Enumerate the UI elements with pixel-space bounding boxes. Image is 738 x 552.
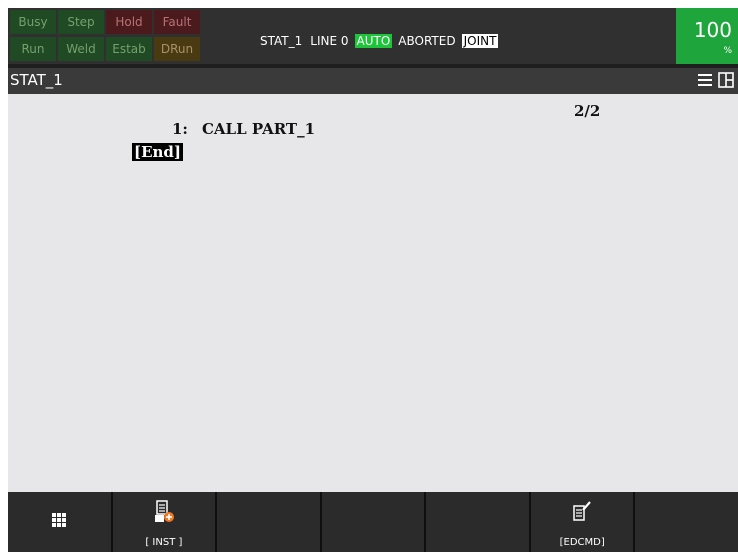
menu-icon[interactable] (698, 73, 712, 87)
status-line: LINE 0 (310, 34, 349, 48)
speed-override-button[interactable]: 100 % (676, 8, 738, 64)
edit-command-icon (573, 501, 591, 521)
fkey-7[interactable] (635, 492, 738, 552)
fkey-inst-label: [ INST ] (145, 537, 183, 548)
program-editor[interactable]: 2/2 1: CALL PART_1 [End] (8, 94, 738, 492)
flag-drun: DRun (154, 37, 200, 61)
program-line[interactable]: 1: CALL PART_1 (172, 120, 315, 138)
fkey-menu[interactable] (8, 492, 113, 552)
status-message: STAT_1 LINE 0 AUTO ABORTED JOINT (258, 32, 502, 50)
grid-menu-icon (52, 513, 67, 527)
line-number: 1: (172, 120, 188, 138)
function-key-bar: [ INST ] [EDCMD] (8, 492, 738, 552)
status-flags: Busy Step Hold Fault Run Weld Estab DRun (8, 8, 254, 66)
status-program: STAT_1 (260, 34, 303, 48)
status-state: ABORTED (398, 34, 456, 48)
flag-busy: Busy (10, 10, 56, 34)
override-unit: % (723, 46, 732, 56)
status-bar: Busy Step Hold Fault Run Weld Estab DRun… (8, 8, 738, 64)
teach-pendant-screen: Busy Step Hold Fault Run Weld Estab DRun… (8, 8, 738, 552)
title-bar: STAT_1 (8, 68, 738, 94)
fkey-edcmd[interactable]: [EDCMD] (530, 492, 636, 552)
end-marker[interactable]: [End] (132, 143, 184, 161)
split-view-icon[interactable] (718, 72, 734, 88)
instruction-add-icon (154, 500, 174, 522)
flag-run: Run (10, 37, 56, 61)
fkey-3[interactable] (217, 492, 322, 552)
fkey-inst[interactable]: [ INST ] (112, 492, 218, 552)
flag-estab: Estab (106, 37, 152, 61)
override-value: 100 (693, 18, 732, 42)
fkey-4[interactable] (321, 492, 427, 552)
fkey-5[interactable] (426, 492, 531, 552)
flag-hold: Hold (106, 10, 152, 34)
flag-fault: Fault (154, 10, 200, 34)
page-indicator: 2/2 (574, 102, 601, 120)
status-mode: AUTO (354, 34, 393, 48)
flag-step: Step (58, 10, 104, 34)
flag-weld: Weld (58, 37, 104, 61)
line-code: CALL PART_1 (201, 120, 316, 138)
status-frame: JOINT (461, 34, 499, 48)
page-title: STAT_1 (10, 71, 63, 89)
fkey-edcmd-label: [EDCMD] (559, 537, 605, 548)
